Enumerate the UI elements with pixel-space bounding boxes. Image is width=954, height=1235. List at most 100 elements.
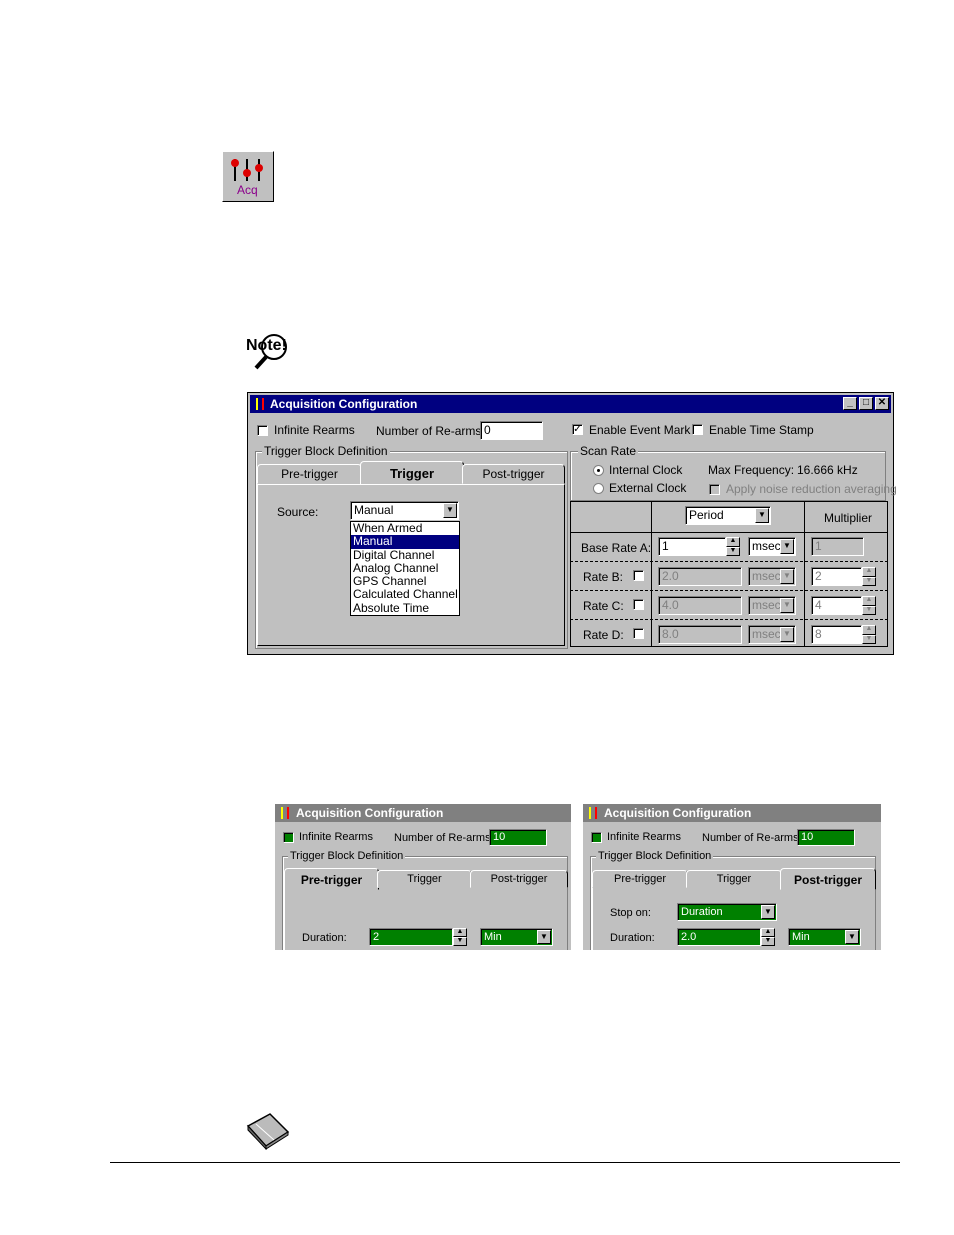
multiplier-input[interactable]: 8 <box>811 625 862 644</box>
close-button[interactable]: ✕ <box>875 397 889 410</box>
rate-unit-dropdown[interactable]: msec ▼ <box>748 596 796 615</box>
acq-title-icon <box>281 807 289 819</box>
source-options-list[interactable]: When Armed Manual Digital Channel Analog… <box>350 521 460 616</box>
rate-unit-value: msec <box>752 539 781 553</box>
title-bar[interactable]: Acquisition Configuration <box>275 804 571 822</box>
num-rearms-input[interactable]: 10 <box>797 829 855 846</box>
internal-clock-radio[interactable] <box>593 465 604 476</box>
external-clock-radio[interactable] <box>593 483 604 494</box>
tab-post-trigger[interactable]: Post-trigger <box>780 868 876 890</box>
source-dropdown[interactable]: Manual ▼ <box>350 501 459 520</box>
footer-rule <box>110 1162 900 1163</box>
source-label: Source: <box>277 505 319 519</box>
rate-unit-value: msec <box>752 569 781 583</box>
source-option[interactable]: Calculated Channel <box>351 588 459 601</box>
tab-pre-trigger[interactable]: Pre-trigger <box>257 464 362 484</box>
duration-input[interactable]: 2 <box>369 928 453 946</box>
duration-input[interactable]: 2.0 <box>677 928 761 946</box>
rate-unit-dropdown[interactable]: msec ▼ <box>748 625 796 644</box>
tab-panel-edge <box>592 888 593 950</box>
window-title: Acquisition Configuration <box>604 806 752 820</box>
num-rearms-label: Number of Re-arms: <box>394 832 494 844</box>
rate-value-input[interactable]: 1 <box>658 537 726 556</box>
acquisition-config-window-pretrigger: Acquisition Configuration Infinite Rearm… <box>275 804 571 950</box>
enable-event-mark-label: Enable Event Mark <box>589 423 691 437</box>
title-bar[interactable]: Acquisition Configuration _ □ ✕ <box>250 395 891 413</box>
rate-spinner[interactable]: ▲ ▼ <box>726 537 740 556</box>
rate-value-input[interactable]: 8.0 <box>658 625 742 644</box>
internal-clock-label: Internal Clock <box>609 463 683 477</box>
chevron-down-icon[interactable]: ▼ <box>755 508 769 523</box>
num-rearms-input[interactable]: 0 <box>480 421 543 440</box>
multiplier-spinner[interactable]: ▲ ▼ <box>862 596 876 615</box>
chevron-down-icon[interactable]: ▼ <box>780 539 794 554</box>
rate-unit-dropdown[interactable]: msec ▼ <box>748 537 796 556</box>
enable-event-mark-checkbox[interactable]: ✓ <box>572 424 583 435</box>
rate-value-input[interactable]: 4.0 <box>658 596 742 615</box>
source-option[interactable]: GPS Channel <box>351 575 459 588</box>
noise-reduction-checkbox[interactable] <box>709 484 720 495</box>
infinite-rearms-checkbox[interactable] <box>283 832 294 843</box>
tab-panel-edge <box>284 888 285 950</box>
unit-dropdown[interactable]: Min ▼ <box>480 928 553 946</box>
tab-post-trigger[interactable]: Post-trigger <box>470 870 568 888</box>
rate-table-divider <box>804 501 805 647</box>
chevron-down-icon[interactable]: ▼ <box>537 930 551 944</box>
rate-row-divider <box>570 561 888 562</box>
source-option-selected[interactable]: Manual <box>351 535 459 549</box>
trigger-block-label: Trigger Block Definition <box>596 850 714 862</box>
rate-table-divider <box>651 501 652 647</box>
infinite-rearms-checkbox[interactable] <box>257 425 268 436</box>
rate-b-checkbox[interactable] <box>633 570 644 581</box>
duration-spinner[interactable]: ▲ ▼ <box>453 928 467 946</box>
source-option[interactable]: Digital Channel <box>351 548 459 562</box>
chevron-down-icon[interactable]: ▼ <box>780 569 794 584</box>
stop-on-dropdown[interactable]: Duration ▼ <box>677 903 777 921</box>
multiplier-input[interactable]: 2 <box>811 567 862 586</box>
minimize-button[interactable]: _ <box>843 397 857 410</box>
note-magnifier-icon: Note! <box>244 330 294 372</box>
rate-unit-dropdown[interactable]: msec ▼ <box>748 567 796 586</box>
tab-post-trigger[interactable]: Post-trigger <box>462 464 565 484</box>
num-rearms-input[interactable]: 10 <box>489 829 547 846</box>
rate-table-header-line <box>570 532 888 533</box>
rate-label: Rate B: <box>583 570 624 584</box>
chevron-down-icon[interactable]: ▼ <box>780 627 794 642</box>
maximize-button[interactable]: □ <box>859 397 873 410</box>
rate-value-input[interactable]: 2.0 <box>658 567 742 586</box>
unit-dropdown[interactable]: Min ▼ <box>788 928 861 946</box>
tab-trigger[interactable]: Trigger <box>360 461 464 485</box>
tab-pre-trigger[interactable]: Pre-trigger <box>284 868 379 890</box>
multiplier-spinner[interactable]: ▲ ▼ <box>862 567 876 586</box>
chevron-down-icon[interactable]: ▼ <box>845 930 859 944</box>
duration-label: Duration: <box>302 932 347 944</box>
reference-book-icon <box>246 1113 290 1150</box>
noise-reduction-label: Apply noise reduction averaging <box>726 482 897 496</box>
num-rearms-label: Number of Re-arms: <box>702 832 802 844</box>
rate-d-checkbox[interactable] <box>633 628 644 639</box>
chevron-down-icon[interactable]: ▼ <box>761 905 775 919</box>
acquisition-config-window: Acquisition Configuration _ □ ✕ Infinite… <box>247 392 897 655</box>
enable-time-stamp-checkbox[interactable] <box>692 424 703 435</box>
infinite-rearms-checkbox[interactable] <box>591 832 602 843</box>
multiplier-spinner[interactable]: ▲ ▼ <box>862 625 876 644</box>
tab-trigger[interactable]: Trigger <box>686 870 782 888</box>
rate-c-checkbox[interactable] <box>633 599 644 610</box>
chevron-down-icon[interactable]: ▼ <box>443 503 457 518</box>
period-dropdown[interactable]: Period ▼ <box>685 506 771 525</box>
note-label: Note! <box>246 337 287 354</box>
source-option[interactable]: Absolute Time <box>351 601 459 615</box>
source-option[interactable]: Analog Channel <box>351 561 459 575</box>
title-bar[interactable]: Acquisition Configuration <box>583 804 881 822</box>
window-title: Acquisition Configuration <box>270 397 418 411</box>
duration-spinner[interactable]: ▲ ▼ <box>761 928 775 946</box>
multiplier-input[interactable]: 4 <box>811 596 862 615</box>
multiplier-input[interactable]: 1 <box>811 537 864 556</box>
tab-trigger[interactable]: Trigger <box>377 870 472 888</box>
acq-icon-label: Acq <box>237 183 258 197</box>
tab-pre-trigger[interactable]: Pre-trigger <box>592 870 688 888</box>
trigger-block-label: Trigger Block Definition <box>262 444 390 458</box>
source-option[interactable]: When Armed <box>351 521 459 535</box>
chevron-down-icon[interactable]: ▼ <box>780 598 794 613</box>
acq-toolbar-icon[interactable]: Acq <box>222 151 274 202</box>
